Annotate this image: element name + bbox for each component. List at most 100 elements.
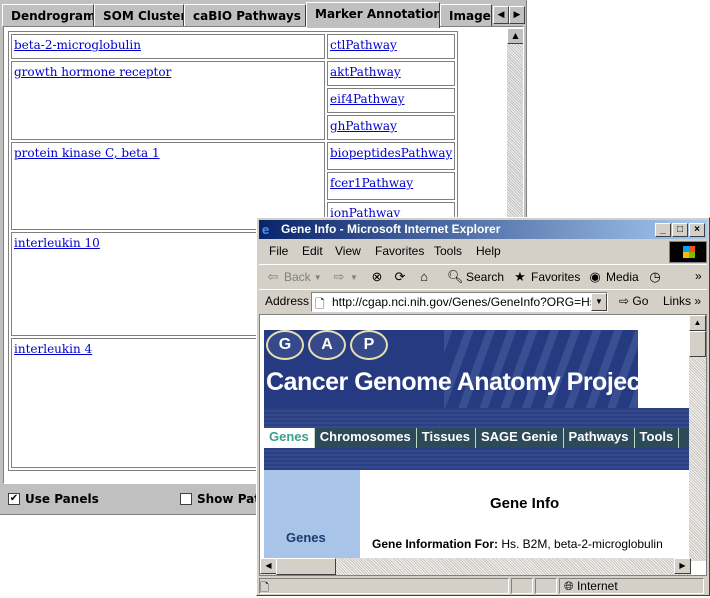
site-nav: Genes Chromosomes Tissues SAGE Genie Pat…: [264, 428, 694, 448]
gap-logo: G A P: [266, 330, 388, 360]
tab-dendrogram[interactable]: Dendrogram: [2, 4, 94, 26]
gap-letter: P: [350, 330, 388, 360]
page-horizontal-scrollbar[interactable]: ◀ ▶: [260, 558, 691, 575]
minimize-icon[interactable]: _: [655, 223, 671, 237]
scroll-up-icon[interactable]: ▲: [689, 315, 706, 331]
page-vertical-scrollbar[interactable]: ▲: [689, 315, 706, 561]
security-zone: 🌐︎ Internet: [559, 578, 704, 594]
gene-link[interactable]: interleukin 10: [14, 236, 100, 250]
pathway-cell: biopeptidesPathway: [327, 142, 456, 170]
pathway-link[interactable]: biopeptidesPathway: [330, 146, 452, 160]
gene-info-label: Gene Information For:: [372, 537, 498, 551]
chevron-down-icon[interactable]: ▼: [591, 293, 607, 311]
media-button[interactable]: ◉ Media: [587, 269, 639, 285]
media-label: Media: [606, 270, 639, 284]
tab-cabio-pathways[interactable]: caBIO Pathways: [184, 4, 306, 26]
status-cell: [511, 578, 533, 594]
banner-title: Cancer Genome Anatomy Project: [266, 368, 638, 396]
tab-strip: Dendrogram SOM Clusters caBIO Pathways M…: [2, 2, 525, 28]
table-row: protein kinase C, beta 1 biopeptidesPath…: [11, 142, 456, 230]
address-label: Address: [265, 294, 310, 308]
scroll-right-icon[interactable]: ▶: [674, 558, 691, 574]
checkbox-empty-icon: [180, 493, 192, 505]
pathway-link[interactable]: ghPathway: [330, 119, 397, 133]
address-value: http://cgap.nci.nih.gov/Genes/GeneInfo?O…: [332, 295, 607, 309]
favorites-icon: ★: [514, 269, 526, 284]
scroll-thumb[interactable]: [689, 331, 706, 357]
nav-sage-genie[interactable]: SAGE Genie: [476, 428, 564, 448]
pathway-link[interactable]: ctlPathway: [330, 38, 397, 52]
search-button[interactable]: 🔍︎ Search: [447, 269, 504, 285]
go-arrow-icon: ⇨: [619, 294, 633, 308]
menu-file[interactable]: File: [269, 244, 288, 258]
close-icon[interactable]: ×: [689, 223, 705, 237]
nav-genes[interactable]: Genes: [264, 428, 315, 448]
go-button[interactable]: ⇨ Go: [619, 294, 648, 308]
menu-view[interactable]: View: [335, 244, 361, 258]
status-cell: [535, 578, 557, 594]
toolbar-more-button[interactable]: »: [695, 269, 702, 283]
scroll-up-icon[interactable]: ▲: [507, 28, 523, 44]
forward-arrow-icon: ⇨: [333, 269, 345, 284]
ie-window: e Gene Info - Microsoft Internet Explore…: [256, 217, 710, 596]
pathway-cell: ghPathway: [327, 115, 456, 140]
pathway-cell: eif4Pathway: [327, 88, 456, 113]
tab-scroll-right-icon[interactable]: ▶: [509, 6, 525, 24]
menu-tools[interactable]: Tools: [434, 244, 462, 258]
gene-link[interactable]: growth hormone receptor: [14, 65, 171, 79]
maximize-icon[interactable]: □: [672, 223, 688, 237]
tab-scroll-left-icon[interactable]: ◀: [493, 6, 509, 24]
scroll-left-icon[interactable]: ◀: [260, 558, 277, 574]
links-button[interactable]: Links »: [663, 294, 701, 308]
go-label: Go: [632, 294, 649, 308]
checkmark-icon: ✔: [8, 493, 20, 505]
menu-help[interactable]: Help: [476, 244, 501, 258]
gene-link[interactable]: beta-2-microglobulin: [14, 38, 141, 52]
search-icon: 🔍︎: [447, 269, 464, 284]
back-button[interactable]: ⇦ Back ▼: [265, 269, 322, 285]
address-input[interactable]: 🗋 http://cgap.nci.nih.gov/Genes/GeneInfo…: [311, 292, 608, 312]
status-text: 🗋: [259, 578, 509, 594]
menu-bar: File Edit View Favorites Tools Help: [259, 241, 707, 263]
pathway-cell: aktPathway: [327, 61, 456, 86]
gene-link[interactable]: protein kinase C, beta 1: [14, 146, 160, 160]
gene-info-value: Hs. B2M, beta-2-microglobulin: [501, 537, 663, 551]
address-bar: Address 🗋 http://cgap.nci.nih.gov/Genes/…: [259, 289, 707, 313]
status-bar: 🗋 🌐︎ Internet: [259, 577, 707, 595]
home-icon: ⌂: [420, 269, 428, 284]
back-label: Back: [284, 270, 311, 284]
pathway-link[interactable]: fcer1Pathway: [330, 176, 413, 190]
home-button[interactable]: ⌂: [416, 269, 432, 285]
history-icon: ◷: [649, 269, 661, 284]
pathway-link[interactable]: eif4Pathway: [330, 92, 404, 106]
tab-som-clusters[interactable]: SOM Clusters: [94, 4, 184, 26]
history-button[interactable]: ◷: [647, 269, 663, 285]
search-label: Search: [466, 270, 505, 284]
tab-marker-annotations[interactable]: Marker Annotations: [306, 2, 440, 28]
windows-flag-icon: [669, 241, 707, 263]
menu-favorites[interactable]: Favorites: [375, 244, 424, 258]
nav-tissues[interactable]: Tissues: [417, 428, 476, 448]
use-panels-checkbox[interactable]: ✔ Use Panels: [8, 492, 99, 506]
pathway-link[interactable]: aktPathway: [330, 65, 401, 79]
nav-chromosomes[interactable]: Chromosomes: [315, 428, 417, 448]
use-panels-label: Use Panels: [25, 492, 99, 506]
menu-edit[interactable]: Edit: [302, 244, 323, 258]
refresh-button[interactable]: ⟳: [392, 269, 408, 285]
gene-link[interactable]: interleukin 4: [14, 342, 92, 356]
globe-icon: 🌐︎: [564, 579, 574, 593]
scroll-thumb[interactable]: [276, 558, 336, 575]
back-arrow-icon: ⇦: [267, 269, 279, 284]
cgap-banner[interactable]: G A P Cancer Genome Anatomy Project: [264, 330, 638, 408]
nav-tools[interactable]: Tools: [635, 428, 680, 448]
stop-button[interactable]: ⊗: [369, 269, 385, 285]
stop-icon: ⊗: [371, 269, 383, 284]
window-title: Gene Info - Microsoft Internet Explorer: [281, 222, 501, 236]
favorites-button[interactable]: ★ Favorites: [512, 269, 580, 285]
ie-titlebar[interactable]: e Gene Info - Microsoft Internet Explore…: [259, 220, 707, 239]
tab-image-viewer[interactable]: Image Viewer: [440, 4, 492, 26]
web-page: G A P Cancer Genome Anatomy Project Gene…: [259, 314, 707, 576]
nav-pathways[interactable]: Pathways: [564, 428, 635, 448]
forward-button[interactable]: ⇨ ▼: [331, 269, 358, 285]
gene-cell: beta-2-microglobulin: [11, 34, 325, 59]
